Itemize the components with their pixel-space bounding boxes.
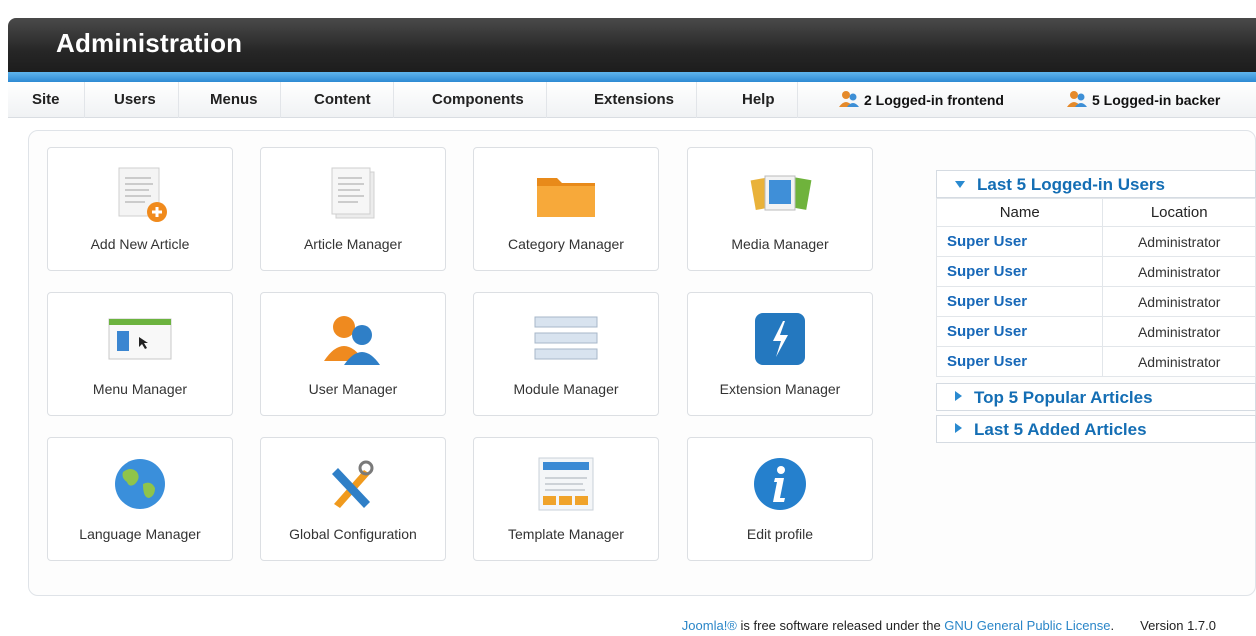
folder-icon xyxy=(537,178,595,217)
menu-site[interactable]: Site xyxy=(8,82,85,118)
tile-media-manager[interactable]: Media Manager xyxy=(687,147,873,271)
table-row: Super User Administrator xyxy=(935,316,1256,347)
globe-icon xyxy=(115,459,165,509)
tile-label: Article Manager xyxy=(303,236,403,252)
tile-label: Add New Article xyxy=(90,236,190,252)
tile-edit-profile[interactable]: Edit profile xyxy=(687,437,873,561)
menu-icon xyxy=(108,318,172,360)
logged-users-table: Name Location Super User Administrator S… xyxy=(935,198,1256,377)
tile-extension-manager[interactable]: Extension Manager xyxy=(687,292,873,416)
template-icon xyxy=(538,457,594,511)
tile-label: Module Manager xyxy=(513,381,619,397)
frontend-status-text: 2 Logged-in frontend xyxy=(864,92,1004,108)
backend-status-text: 5 Logged-in backer xyxy=(1092,92,1221,108)
frontend-status[interactable]: 2 Logged-in frontend xyxy=(838,82,1004,118)
menu-extensions[interactable]: Extensions xyxy=(572,82,698,118)
user-name-link[interactable]: Super User xyxy=(935,256,1104,287)
added-articles-title: Last 5 Added Articles xyxy=(974,420,1147,439)
top-strip xyxy=(0,0,1256,20)
logged-users-title: Last 5 Logged-in Users xyxy=(977,175,1165,194)
users-icon xyxy=(1067,91,1087,107)
tile-label: Template Manager xyxy=(508,526,624,542)
added-articles-header[interactable]: Last 5 Added Articles xyxy=(936,415,1256,443)
tile-label: Menu Manager xyxy=(92,381,188,397)
sidebar: Last 5 Logged-in Users Name Location Sup… xyxy=(935,170,1256,443)
user-name-link[interactable]: Super User xyxy=(935,226,1104,257)
add-article-icon xyxy=(118,167,167,222)
tile-label: Media Manager xyxy=(731,236,829,252)
tile-module-manager[interactable]: Module Manager xyxy=(473,292,659,416)
extension-icon xyxy=(755,313,805,365)
tile-article-manager[interactable]: Article Manager xyxy=(260,147,446,271)
popular-articles-header[interactable]: Top 5 Popular Articles xyxy=(936,383,1256,411)
column-header-location: Location xyxy=(1102,198,1256,227)
joomla-link[interactable]: Joomla!® xyxy=(682,618,737,633)
tile-menu-manager[interactable]: Menu Manager xyxy=(47,292,233,416)
table-row: Super User Administrator xyxy=(935,226,1256,257)
user-name-link[interactable]: Super User xyxy=(935,316,1104,347)
chevron-right-icon xyxy=(955,391,962,401)
menu-help[interactable]: Help xyxy=(720,82,798,118)
user-location: Administrator xyxy=(1102,226,1256,257)
version-label: Version 1.7.0 xyxy=(1140,618,1216,633)
tile-language-manager[interactable]: Language Manager xyxy=(47,437,233,561)
backend-status[interactable]: 5 Logged-in backer xyxy=(1066,82,1220,118)
footer-text-end: . xyxy=(1110,618,1115,633)
page-title: Administration xyxy=(56,28,243,58)
user-location: Administrator xyxy=(1102,256,1256,287)
tile-label: Language Manager xyxy=(79,526,201,542)
tile-label: Extension Manager xyxy=(719,381,841,397)
table-row: Super User Administrator xyxy=(935,346,1256,377)
users-icon xyxy=(839,91,859,107)
tools-icon xyxy=(332,460,374,508)
main-menu-bar: Site Users Menus Content Components Exte… xyxy=(8,82,1256,118)
user-name-link[interactable]: Super User xyxy=(935,286,1104,317)
module-icon xyxy=(534,316,598,360)
menu-users[interactable]: Users xyxy=(92,82,179,118)
column-header-name: Name xyxy=(935,198,1104,227)
table-header-row: Name Location xyxy=(935,198,1256,227)
header-accent-line xyxy=(8,72,1256,82)
tile-label: Edit profile xyxy=(746,526,814,542)
tile-template-manager[interactable]: Template Manager xyxy=(473,437,659,561)
popular-articles-title: Top 5 Popular Articles xyxy=(974,388,1153,407)
menu-components[interactable]: Components xyxy=(410,82,547,118)
menu-content[interactable]: Content xyxy=(292,82,394,118)
footer-text: is free software released under the xyxy=(736,618,945,633)
tile-label: Category Manager xyxy=(508,236,624,252)
media-icon xyxy=(750,175,812,211)
tile-label: Global Configuration xyxy=(289,526,417,542)
license-link[interactable]: GNU General Public License xyxy=(944,618,1110,633)
tile-user-manager[interactable]: User Manager xyxy=(260,292,446,416)
tile-label: User Manager xyxy=(308,381,398,397)
chevron-down-icon xyxy=(955,181,965,188)
tile-category-manager[interactable]: Category Manager xyxy=(473,147,659,271)
chevron-right-icon xyxy=(955,423,962,433)
table-row: Super User Administrator xyxy=(935,286,1256,317)
header-bar: Administration xyxy=(8,18,1256,74)
users-icon xyxy=(324,316,380,365)
table-row: Super User Administrator xyxy=(935,256,1256,287)
user-location: Administrator xyxy=(1102,286,1256,317)
user-location: Administrator xyxy=(1102,346,1256,377)
user-location: Administrator xyxy=(1102,316,1256,347)
footer: Joomla!® is free software released under… xyxy=(0,618,1256,633)
tile-global-configuration[interactable]: Global Configuration xyxy=(260,437,446,561)
tile-add-new-article[interactable]: Add New Article xyxy=(47,147,233,271)
user-name-link[interactable]: Super User xyxy=(935,346,1104,377)
info-icon xyxy=(754,458,806,510)
menu-menus[interactable]: Menus xyxy=(188,82,281,118)
logged-users-header[interactable]: Last 5 Logged-in Users xyxy=(936,170,1256,198)
article-icon xyxy=(331,167,375,219)
